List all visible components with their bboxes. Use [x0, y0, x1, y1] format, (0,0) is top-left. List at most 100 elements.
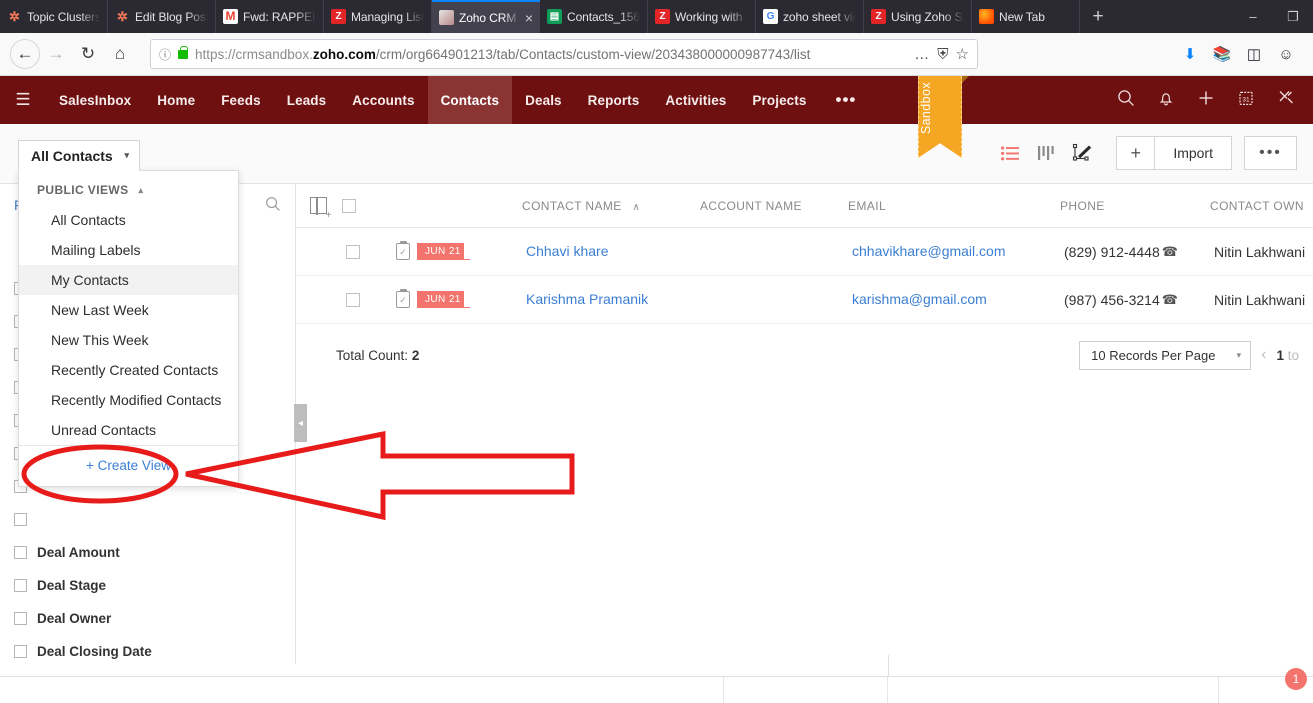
notification-badge[interactable]: 1 [1285, 668, 1307, 690]
plus-icon[interactable] [1195, 89, 1217, 112]
select-all-checkbox[interactable] [342, 198, 356, 213]
browser-tab-working-with[interactable]: Z Working with [648, 0, 756, 33]
browser-tab-using-zoho-sheet[interactable]: Z Using Zoho Sh [864, 0, 972, 33]
browser-tab-bar: ✲ Topic Clusters ✲ Edit Blog Post M Fwd:… [0, 0, 1313, 33]
browser-tab-new-tab[interactable]: New Tab [972, 0, 1080, 33]
nav-item-salesinbox[interactable]: SalesInbox [46, 76, 144, 124]
browser-tab-topic-clusters[interactable]: ✲ Topic Clusters [0, 0, 108, 33]
reload-button[interactable]: ↻ [72, 38, 104, 70]
column-chooser-icon[interactable] [310, 196, 332, 221]
create-view-link[interactable]: + Create View [86, 458, 171, 473]
dropdown-section-label: PUBLIC VIEWS [37, 183, 129, 197]
search-icon[interactable] [265, 196, 281, 215]
browser-tab-managing-list[interactable]: Z Managing List [324, 0, 432, 33]
nav-item-feeds[interactable]: Feeds [208, 76, 274, 124]
nav-item-deals[interactable]: Deals [512, 76, 575, 124]
address-bar[interactable]: ⓘ https://crmsandbox.zoho.com/crm/org664… [150, 39, 978, 69]
nav-item-contacts[interactable]: Contacts [427, 76, 513, 124]
create-contact-button[interactable]: + [1117, 137, 1156, 169]
filter-item-deal-amount[interactable]: Deal Amount [0, 536, 295, 569]
create-view-row[interactable]: + Create View [19, 445, 238, 486]
account-icon[interactable]: ☺ [1273, 41, 1299, 67]
dropdown-item-new-last-week[interactable]: New Last Week [19, 295, 238, 325]
home-button[interactable]: ⌂ [104, 38, 136, 70]
clipboard-check-icon[interactable]: ✓ [396, 289, 410, 308]
browser-tab-zoho-sheet-view[interactable]: G zoho sheet vie [756, 0, 864, 33]
page-actions-icon[interactable]: … [914, 46, 930, 63]
search-icon[interactable] [1115, 89, 1137, 112]
filter-item-deal-owner[interactable]: Deal Owner [0, 602, 295, 635]
dropdown-item-my-contacts[interactable]: My Contacts [19, 265, 238, 295]
bookmark-star-icon[interactable]: ☆ [956, 45, 969, 63]
records-per-page-select[interactable]: 10 Records Per Page ▾ [1079, 340, 1252, 370]
list-view-icon[interactable] [994, 137, 1026, 169]
prev-page-button[interactable]: ‹ [1261, 346, 1266, 364]
phone-icon[interactable]: ☎ [1162, 292, 1178, 308]
table-row[interactable]: ✓ JUN 21 Karishma Pramanik karishma@gmai… [296, 276, 1313, 324]
crm-module-nav: SalesInbox Home Feeds Leads Accounts Con… [46, 76, 872, 124]
checkbox[interactable] [14, 579, 27, 592]
browser-tab-zoho-crm[interactable]: Zoho CRM × [432, 0, 540, 33]
row-checkbox[interactable] [346, 292, 360, 307]
close-icon[interactable]: × [525, 11, 533, 25]
column-header-phone[interactable]: PHONE [1060, 199, 1210, 213]
kanban-view-icon[interactable] [1030, 137, 1062, 169]
dropdown-item-unread-contacts[interactable]: Unread Contacts [19, 415, 238, 445]
phone-icon[interactable]: ☎ [1162, 244, 1178, 260]
canvas-view-icon[interactable] [1066, 137, 1098, 169]
filter-item-deal-stage[interactable]: Deal Stage [0, 569, 295, 602]
contact-name-link[interactable]: Chhavi khare [526, 243, 609, 259]
column-header-email[interactable]: EMAIL [848, 199, 1060, 213]
nav-item-reports[interactable]: Reports [575, 76, 653, 124]
table-row[interactable]: ✓ JUN 21 Chhavi khare chhavikhare@gmail.… [296, 228, 1313, 276]
checkbox[interactable] [14, 612, 27, 625]
checkbox[interactable] [14, 645, 27, 658]
email-link[interactable]: karishma@gmail.com [852, 291, 987, 307]
restore-button[interactable]: ❐ [1273, 0, 1313, 33]
browser-tab-contacts-sheet[interactable]: ▤ Contacts_1565 [540, 0, 648, 33]
dropdown-item-all-contacts[interactable]: All Contacts [19, 205, 238, 235]
column-header-contact-name[interactable]: CONTACT NAME ∧ [522, 199, 700, 213]
dropdown-section-header[interactable]: PUBLIC VIEWS ▴ [19, 171, 238, 205]
browser-tab-edit-blog-post[interactable]: ✲ Edit Blog Post [108, 0, 216, 33]
back-button[interactable]: ← [10, 39, 40, 69]
view-selector-button[interactable]: All Contacts ▾ [18, 140, 140, 171]
hamburger-menu-icon[interactable]: ☰ [0, 90, 46, 110]
tab-label: Topic Clusters [27, 9, 100, 24]
row-checkbox[interactable] [346, 244, 360, 259]
library-icon[interactable]: 📚 [1209, 41, 1235, 67]
site-info-icon[interactable]: ⓘ [159, 46, 171, 63]
forward-button[interactable]: → [40, 38, 72, 70]
nav-item-home[interactable]: Home [144, 76, 208, 124]
minimize-button[interactable]: – [1233, 0, 1273, 33]
filter-item-deal-closing-date[interactable]: Deal Closing Date [0, 635, 295, 668]
checkbox[interactable] [14, 513, 27, 526]
sidebar-icon[interactable]: ◫ [1241, 41, 1267, 67]
nav-item-accounts[interactable]: Accounts [339, 76, 427, 124]
dropdown-item-recently-modified-contacts[interactable]: Recently Modified Contacts [19, 385, 238, 415]
dropdown-item-recently-created-contacts[interactable]: Recently Created Contacts [19, 355, 238, 385]
nav-item-projects[interactable]: Projects [739, 76, 819, 124]
reader-mode-icon[interactable]: ⛨ [937, 46, 948, 63]
clipboard-check-icon[interactable]: ✓ [396, 241, 410, 260]
browser-tab-fwd-rapper[interactable]: M Fwd: RAPPER [216, 0, 324, 33]
dropdown-item-mailing-labels[interactable]: Mailing Labels [19, 235, 238, 265]
panel-collapse-handle[interactable]: ◂ [294, 404, 307, 442]
download-icon[interactable]: ⬇ [1177, 41, 1203, 67]
nav-item-more[interactable]: ••• [820, 76, 873, 124]
more-actions-button[interactable]: ••• [1244, 136, 1297, 170]
email-link[interactable]: chhavikhare@gmail.com [852, 243, 1006, 259]
new-tab-button[interactable]: + [1080, 0, 1116, 33]
nav-item-activities[interactable]: Activities [652, 76, 739, 124]
import-button[interactable]: Import [1155, 137, 1231, 169]
tools-icon[interactable] [1275, 88, 1297, 112]
checkbox[interactable] [14, 546, 27, 559]
contact-name-link[interactable]: Karishma Pramanik [526, 291, 648, 307]
dropdown-item-new-this-week[interactable]: New This Week [19, 325, 238, 355]
column-header-account-name[interactable]: ACCOUNT NAME [700, 199, 848, 213]
nav-item-leads[interactable]: Leads [274, 76, 340, 124]
column-header-contact-owner[interactable]: CONTACT OWN [1210, 199, 1313, 213]
bell-icon[interactable] [1155, 89, 1177, 112]
calendar-icon[interactable]: 31 [1235, 89, 1257, 112]
filter-item-hidden-8[interactable] [0, 503, 295, 536]
